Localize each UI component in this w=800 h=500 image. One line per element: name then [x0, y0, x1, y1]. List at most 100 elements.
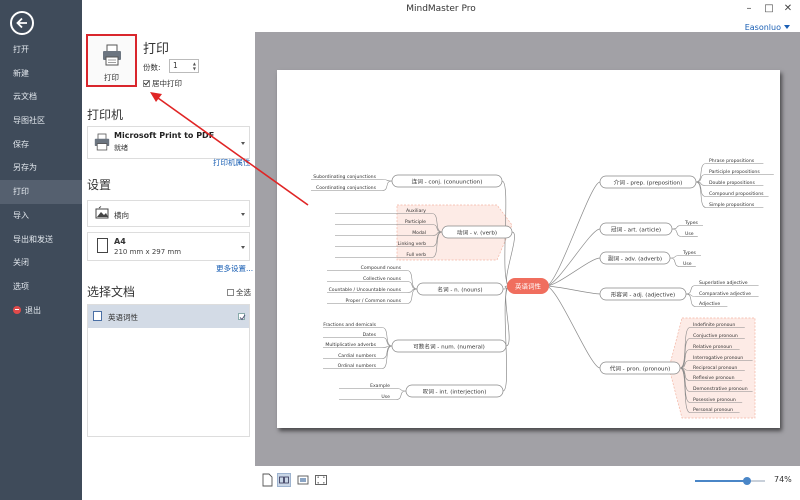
stepper-arrows-icon[interactable]: ▲ ▼: [193, 61, 196, 71]
subtopic-label: Indefinite pronoun: [693, 322, 735, 328]
central-topic-label: 英语词性: [515, 282, 542, 291]
user-account-menu[interactable]: Easonluo: [745, 23, 790, 32]
copies-value: 1: [173, 61, 178, 70]
more-settings-link[interactable]: 更多设置...: [216, 263, 253, 274]
printer-icon: [103, 44, 121, 66]
sidebar-item-label: 新建: [13, 68, 29, 78]
checkbox-unchecked-icon: [227, 289, 234, 296]
center-print-checkbox[interactable]: 居中打印: [143, 78, 182, 89]
topic-label: 形容词 - adj. (adjective): [611, 290, 675, 298]
single-page-view-icon[interactable]: [260, 473, 274, 487]
subtopic-label: Conjuctive pronoun: [693, 333, 738, 339]
mind-map-preview: 连词 - conj. (conuunction) Subordinating co…: [311, 158, 774, 419]
subtopic-label: Multiplicative adverbs: [325, 342, 376, 348]
document-checkbox[interactable]: [238, 313, 246, 321]
minimize-icon[interactable]: –: [742, 2, 756, 16]
fit-width-view-icon[interactable]: [277, 473, 291, 487]
subtopic-connector: [669, 255, 681, 259]
subtopic-label: Adjective: [699, 301, 720, 307]
orientation-select[interactable]: 横向: [87, 200, 250, 227]
subtopic-label: Reflexive pronoun: [693, 375, 735, 381]
maximize-icon[interactable]: □: [762, 2, 776, 16]
subtopic-label: Participle: [405, 219, 426, 225]
fit-page-view-icon[interactable]: [314, 473, 328, 487]
preview-toolbar: 74%: [255, 466, 800, 500]
subtopic-connector: [671, 228, 683, 237]
branch-connector: [505, 285, 511, 347]
mindmap-file-icon: [93, 311, 102, 321]
sidebar-item-print[interactable]: 打印: [0, 180, 82, 204]
sidebar-item-cloud-docs[interactable]: 云文档: [0, 85, 82, 109]
checkbox-checked-icon: [143, 80, 150, 87]
document-list: 英语词性: [87, 304, 250, 437]
sidebar-item-label: 导出和发送: [13, 234, 53, 244]
select-all-checkbox[interactable]: 全选: [227, 287, 251, 298]
branch-connector: [545, 257, 601, 287]
branch-connector: [545, 181, 601, 287]
sidebar-item-export-and-send[interactable]: 导出和发送: [0, 228, 82, 252]
copies-stepper[interactable]: 1 ▲ ▼: [169, 59, 199, 73]
list-item[interactable]: 英语词性: [88, 305, 249, 328]
subtopic-connector: [695, 174, 707, 183]
subtopic-label: Reciprocal pronoun: [693, 365, 737, 371]
subtopic-label: Linking verb: [398, 241, 426, 247]
subtopic-label: Dates: [363, 332, 377, 338]
subtopic-label: Subordinating conjunctions: [313, 174, 376, 180]
topic-label: 副词 - adv. (adverb): [608, 254, 662, 262]
subtopic-connector: [381, 345, 393, 369]
sidebar-item-options[interactable]: 选项: [0, 275, 82, 299]
preview-page: 连词 - conj. (conuunction) Subordinating co…: [277, 70, 780, 428]
sidebar-item-close[interactable]: 关闭: [0, 251, 82, 275]
back-arrow-icon[interactable]: [10, 11, 34, 35]
close-icon[interactable]: ✕: [781, 2, 795, 16]
subtopic-label: Types: [682, 250, 697, 256]
zoom-slider-handle[interactable]: [742, 477, 751, 485]
sidebar-menu: 打开新建云文档导图社区 保存 另存为打印导入导出和发送关闭选项退出: [0, 38, 82, 322]
topic-label: 动词 - v. (verb): [457, 228, 497, 236]
sidebar-item-label: 打开: [13, 45, 29, 54]
subtopic-label: Superlative adjective: [699, 280, 748, 286]
subtopic-label: Use: [683, 261, 692, 267]
sidebar-item-import[interactable]: 导入: [0, 204, 82, 228]
subtopic-label: Countable / Uncountable nouns: [329, 287, 402, 293]
subtopic-label: Relative pronoun: [693, 344, 732, 350]
paper-dimensions: 210 mm x 297 mm: [114, 248, 182, 256]
print-button[interactable]: 打印: [86, 34, 137, 87]
paper-size-select[interactable]: A4 210 mm x 297 mm: [87, 232, 250, 261]
subtopic-label: Posessive pronoun: [693, 397, 736, 403]
subtopic-connector: [685, 293, 697, 307]
sidebar-item-mindmap-community[interactable]: 导图社区: [0, 109, 82, 133]
subtopic-label: Auxiliary: [406, 208, 426, 214]
printer-select[interactable]: Microsoft Print to PDF 就绪: [87, 126, 250, 159]
branch-connector: [506, 231, 515, 287]
subtopic-label: Full verb: [406, 252, 426, 258]
sidebar-item-label: 打印: [13, 187, 29, 197]
printer-name: Microsoft Print to PDF: [114, 131, 215, 140]
subtopic-label: Simple propositions: [709, 202, 755, 208]
subtopic-label: Use: [685, 231, 694, 237]
sidebar-item-label: 云文档: [13, 92, 37, 102]
subtopic-connector: [695, 163, 707, 183]
sidebar-item-open[interactable]: 打开: [0, 38, 82, 62]
sidebar-item-exit[interactable]: 退出: [0, 299, 82, 323]
page-view-icon[interactable]: [296, 473, 310, 487]
zoom-level: 74%: [774, 475, 792, 484]
subtopic-label: Compound nouns: [361, 265, 402, 271]
subtopic-label: Fractions and demicals: [323, 322, 376, 328]
printer-properties-link[interactable]: 打印机属性: [213, 157, 251, 168]
sidebar-item-save-as[interactable]: 另存为: [0, 156, 82, 180]
sidebar-item-label: 导入: [13, 210, 29, 220]
document-name: 英语词性: [108, 313, 138, 322]
subtopic-connector: [671, 225, 683, 230]
zoom-slider[interactable]: [695, 477, 765, 485]
subtopic-connector: [406, 281, 418, 290]
subtopic-label: Types: [684, 220, 699, 226]
subtopic-connector: [381, 179, 393, 182]
subtopic-connector: [395, 390, 407, 400]
subtopic-connector: [695, 181, 707, 208]
subtopic-connector: [395, 388, 407, 392]
copies-label: 份数:: [143, 63, 161, 72]
sidebar-item-label: 选项: [13, 281, 29, 291]
sidebar-item-save[interactable]: 保存: [0, 133, 82, 157]
sidebar-item-new[interactable]: 新建: [0, 62, 82, 86]
